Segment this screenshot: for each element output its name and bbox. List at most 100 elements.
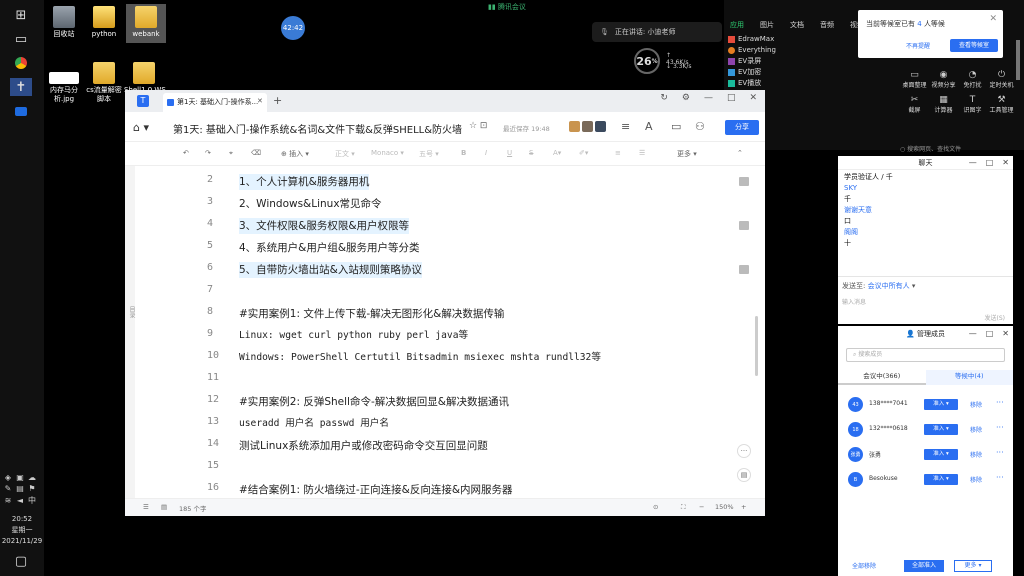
doc-line[interactable]: #实用案例1: 文件上传下载-解决无图形化&解决数据传输 — [239, 306, 504, 322]
avatar[interactable] — [582, 121, 593, 132]
more-icon[interactable]: ··· — [996, 423, 1004, 432]
minimize-icon[interactable]: — — [969, 329, 977, 338]
doc-line[interactable]: Linux: wget curl python ruby perl java等 — [239, 328, 468, 344]
close-icon[interactable]: ✕ — [1002, 158, 1009, 167]
share-button[interactable]: 分享 — [725, 120, 759, 135]
pen-icon[interactable]: ✎ — [3, 484, 13, 493]
outline-toggle[interactable]: 目录 — [127, 306, 136, 318]
member-search-input[interactable]: ⌕ 搜索成员 — [846, 348, 1005, 362]
format-painter-icon[interactable]: ⌖ — [229, 149, 233, 158]
doc-tab[interactable]: 第1天: 基础入门-操作系... — [163, 93, 267, 112]
desktop-icon-python[interactable]: python — [84, 6, 124, 39]
app-tray-icon[interactable]: ▣ — [15, 473, 25, 482]
list-icon[interactable]: ☰ — [639, 149, 645, 157]
underline-icon[interactable]: U — [507, 149, 512, 157]
doc-line[interactable]: 1、个人计算机&服务器用机 — [239, 174, 370, 190]
desktop-icon-webank[interactable]: webank — [126, 4, 166, 43]
doc-scrollbar[interactable] — [755, 316, 758, 376]
comment-icon[interactable] — [739, 177, 749, 186]
font-color-icon[interactable]: A▾ — [553, 149, 561, 157]
align-icon[interactable]: ≡ — [615, 149, 621, 157]
chat-recipient[interactable]: 发送至: 会议中所有人 ▾ — [842, 281, 1009, 291]
size-select[interactable]: 五号 ▾ — [419, 149, 439, 159]
maximize-icon[interactable]: □ — [986, 329, 994, 338]
more-icon[interactable]: ··· — [996, 473, 1004, 482]
insert-menu[interactable]: ⊕ 插入 ▾ — [281, 149, 309, 159]
tab-waiting[interactable]: 等候中(4) — [925, 370, 1013, 385]
network-widget[interactable]: 26% ↑ 43.6K/s ↓ 3.3K/s — [634, 48, 694, 74]
desktop-icon-recycle-bin[interactable]: 回收站 — [44, 6, 84, 39]
present-icon[interactable]: ▭ — [671, 120, 681, 133]
collaborator-icon[interactable]: ⚇ — [695, 120, 705, 133]
doc-line[interactable]: 5、自带防火墙出站&入站规则策略协议 — [239, 262, 422, 278]
tool-manage[interactable]: ⚒ 工具管理 — [987, 95, 1016, 114]
more-menu[interactable]: 更多 ▾ — [677, 149, 697, 159]
doc-title[interactable]: 第1天: 基础入门-操作系统&名词&文件下载&反弹SHELL&防火墙... — [173, 121, 463, 136]
remove-button[interactable]: 移除 — [970, 400, 982, 409]
close-icon[interactable]: ✕ — [1002, 329, 1009, 338]
chat-sender[interactable]: SKY — [844, 183, 1007, 194]
play-icon[interactable]: ⊙ — [653, 503, 658, 511]
dont-remind-button[interactable]: 不再提醒 — [906, 41, 930, 50]
new-tab-icon[interactable]: + — [273, 94, 282, 107]
tool-calculator[interactable]: ▦ 计算器 — [929, 95, 958, 114]
tab-in-meeting[interactable]: 会议中(366) — [838, 370, 926, 385]
zoom-level[interactable]: 150% — [715, 503, 734, 511]
bold-icon[interactable]: B — [461, 149, 466, 157]
comment-icon[interactable] — [739, 265, 749, 274]
more-icon[interactable]: ··· — [737, 444, 751, 458]
send-button[interactable]: 发送(S) — [985, 313, 1006, 322]
admit-button[interactable]: 准入 ▾ — [924, 449, 958, 460]
view-waiting-room-button[interactable]: 查看等候室 — [950, 39, 998, 52]
tool-ocr[interactable]: T 识图字 — [958, 95, 987, 114]
refresh-icon[interactable]: ↻ — [660, 93, 668, 103]
close-icon[interactable]: ✕ — [749, 93, 757, 103]
list-view-icon[interactable]: ☰ — [143, 503, 149, 511]
more-icon[interactable]: ··· — [996, 448, 1004, 457]
maximize-icon[interactable]: □ — [986, 158, 994, 167]
admit-button[interactable]: 准入 ▾ — [924, 399, 958, 410]
word-count[interactable]: 185 个字 — [179, 503, 206, 513]
search-hint[interactable]: ○ 搜索网页、查找文件 — [900, 144, 961, 153]
chevron-up-icon[interactable]: ⌃ — [737, 149, 743, 157]
tab-images[interactable]: 图片 — [760, 21, 774, 29]
home-icon[interactable]: ⌂ ▾ — [133, 121, 149, 134]
desktop-icon-cs-script[interactable]: cs流量解密脚本 — [84, 62, 124, 104]
remove-all-button[interactable]: 全部移除 — [852, 561, 876, 570]
doc-line[interactable]: #实用案例2: 反弹Shell命令-解决数据回显&解决数据通讯 — [239, 394, 509, 410]
doc-line[interactable]: 2、Windows&Linux常见命令 — [239, 196, 382, 212]
notification-icon[interactable]: ▢ — [10, 552, 32, 570]
layout-icon[interactable]: ▤ — [161, 503, 167, 511]
remove-button[interactable]: 移除 — [970, 425, 982, 434]
font-format-icon[interactable]: A — [645, 120, 653, 133]
shield-icon[interactable]: ◈ — [3, 473, 13, 482]
meeting-timer[interactable]: 42:42 — [281, 16, 305, 40]
strikethrough-icon[interactable]: S — [529, 149, 533, 157]
doc-app-icon[interactable]: ✝ — [10, 78, 32, 96]
tab-audio[interactable]: 音频 — [820, 21, 834, 29]
outline-icon[interactable]: ▤ — [737, 468, 751, 482]
app-item[interactable]: Everything — [728, 45, 776, 56]
volume-icon[interactable]: ◄ — [15, 496, 25, 505]
font-select[interactable]: Monaco ▾ — [371, 149, 404, 157]
comment-icon[interactable] — [739, 221, 749, 230]
avatar[interactable] — [595, 121, 606, 132]
star-icon[interactable]: ☆ ⊡ — [469, 121, 487, 131]
close-icon[interactable]: ✕ — [989, 14, 997, 24]
minimize-icon[interactable]: — — [704, 93, 713, 103]
maximize-icon[interactable]: □ — [727, 93, 736, 103]
app-item[interactable]: EV加密 — [728, 67, 776, 78]
style-select[interactable]: 正文 ▾ — [335, 149, 355, 159]
italic-icon[interactable]: I — [485, 149, 487, 157]
more-button[interactable]: 更多 ▾ — [954, 560, 992, 572]
undo-icon[interactable]: ↶ — [183, 149, 189, 157]
wifi-icon[interactable]: ≋ — [3, 496, 13, 505]
zoom-out-icon[interactable]: − — [699, 503, 704, 511]
meeting-tray-icon[interactable]: ▤ — [15, 484, 25, 493]
meeting-app-icon[interactable] — [10, 102, 32, 120]
tab-apps[interactable]: 应用 — [730, 21, 744, 29]
flag-icon[interactable]: ⚑ — [27, 484, 37, 493]
admit-button[interactable]: 准入 ▾ — [924, 474, 958, 485]
tool-shutdown[interactable]: ⏻ 定时关机 — [987, 70, 1016, 89]
avatar[interactable] — [569, 121, 580, 132]
